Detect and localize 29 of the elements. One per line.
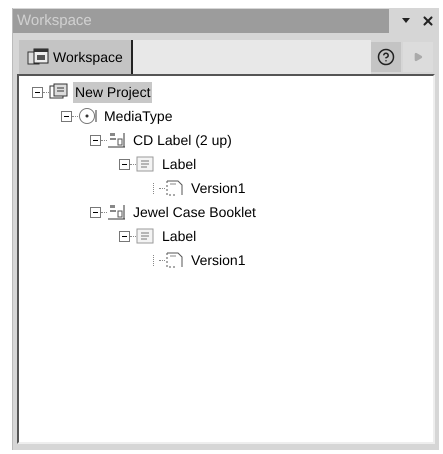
- tree-item[interactable]: Version1: [189, 178, 248, 198]
- tree-item[interactable]: Label: [160, 154, 198, 174]
- help-icon: [377, 48, 395, 66]
- play-icon: [413, 52, 423, 62]
- document-icon: [107, 203, 127, 221]
- tab[interactable]: Workspace: [19, 40, 133, 74]
- windows-icon: [27, 47, 49, 67]
- dropdown-icon[interactable]: [401, 17, 411, 25]
- collapse-toggle[interactable]: [90, 206, 100, 218]
- collapse-toggle[interactable]: [118, 230, 130, 242]
- page-icon: [165, 251, 185, 269]
- collapse-toggle[interactable]: [118, 158, 130, 170]
- collapse-toggle[interactable]: [90, 134, 100, 146]
- disc-icon: [78, 107, 98, 125]
- tree-item[interactable]: CD Label (2 up): [131, 130, 234, 150]
- tree-item[interactable]: Label: [160, 226, 198, 246]
- collapse-toggle[interactable]: [60, 110, 72, 122]
- tree-item[interactable]: New Project: [73, 82, 152, 102]
- tree-item[interactable]: MediaType: [102, 106, 174, 126]
- project-icon: [49, 83, 69, 101]
- page-icon: [165, 179, 185, 197]
- collapse-toggle[interactable]: [32, 86, 42, 98]
- tree-item[interactable]: Jewel Case Booklet: [131, 202, 258, 222]
- tree-item[interactable]: Version1: [189, 250, 248, 270]
- label-icon: [136, 227, 156, 245]
- help-button[interactable]: [371, 42, 401, 72]
- label-icon: [136, 155, 156, 173]
- document-icon: [107, 131, 127, 149]
- close-icon[interactable]: [421, 14, 435, 28]
